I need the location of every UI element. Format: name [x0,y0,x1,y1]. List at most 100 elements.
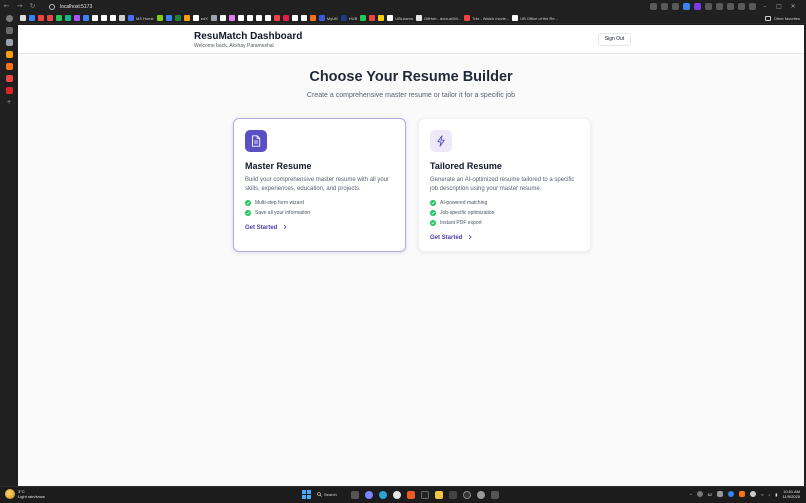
app-icon[interactable] [463,490,471,499]
extension-icon[interactable] [694,3,701,10]
app-icon[interactable] [421,490,429,499]
tray-app-icon[interactable] [739,491,746,497]
bookmark-item[interactable] [378,14,385,23]
bookmark-item[interactable] [237,14,244,23]
other-favorites[interactable]: Other favorites [764,15,806,21]
app-icon[interactable] [477,490,485,499]
bookmark-item[interactable] [282,14,289,23]
bookmark-item[interactable] [20,14,26,23]
bookmark-item[interactable] [183,14,190,23]
sidebar-search-icon[interactable] [5,15,13,22]
profile-icon[interactable] [738,3,745,10]
sidebar-app-icon[interactable] [5,63,13,70]
sidebar-app-icon[interactable] [5,51,13,58]
sidebar-app-icon[interactable] [5,75,13,82]
tray-app-icon[interactable] [696,491,703,497]
tray-app-icon[interactable] [750,491,757,497]
bookmark-item[interactable] [92,14,98,23]
bookmark-item[interactable] [165,14,172,23]
more-icon[interactable] [749,3,756,10]
bookmark-item[interactable] [29,14,35,23]
bookmark-favicon-icon [273,15,280,21]
copilot-icon[interactable] [365,490,373,499]
wifi-icon[interactable]: ≈ [761,492,763,497]
bookmark-item[interactable] [273,14,280,23]
extension-icon[interactable] [716,3,723,10]
bookmark-item[interactable]: MyUB [318,14,338,23]
bookmark-item[interactable]: MS Home [128,14,154,23]
bookmark-item[interactable] [47,14,53,23]
bookmark-item[interactable] [309,14,316,23]
bookmark-item[interactable]: GitHub - dom-ai/Mi... [416,14,461,23]
bookmark-item[interactable] [65,14,71,23]
bookmark-item[interactable] [219,14,226,23]
brave-icon[interactable] [407,490,415,499]
extension-icon[interactable] [650,3,657,10]
tailored-get-started-button[interactable]: Get Started [430,234,472,242]
chrome-icon[interactable] [393,490,401,499]
chevron-up-icon[interactable]: ^ [690,492,692,497]
maximize-icon[interactable]: □ [774,3,784,10]
bookmark-item[interactable] [110,14,116,23]
bookmark-item[interactable] [83,14,89,23]
sidebar-app-icon[interactable] [5,39,13,46]
bookmark-item[interactable] [291,14,298,23]
favorite-star-icon[interactable] [672,3,679,10]
clock[interactable]: 10:51 AM 11/9/2025 [783,489,801,499]
app-icon[interactable] [449,490,457,499]
master-get-started-button[interactable]: Get Started [245,224,287,232]
bookmark-item[interactable] [101,14,107,23]
weather-widget[interactable]: 3°C Light rain/snow [5,489,45,499]
task-view-icon[interactable] [351,490,359,499]
windows-start-icon[interactable] [302,490,311,499]
volume-icon[interactable]: ♪ [768,492,770,497]
collections-icon[interactable] [727,3,734,10]
tray-app-icon[interactable] [728,491,735,497]
extension-icon[interactable] [661,3,668,10]
bookmark-favicon-icon [219,15,226,21]
bookmark-item[interactable] [360,14,367,23]
bookmark-item[interactable] [56,14,62,23]
back-icon[interactable]: ← [0,0,13,13]
bookmark-item[interactable] [74,14,80,23]
bookmark-item[interactable] [228,14,235,23]
bookmark-item[interactable] [246,14,253,23]
address-bar[interactable]: localhost:5173 [45,2,515,12]
tray-app-icon[interactable] [717,491,724,497]
taskbar-search[interactable]: Search [317,490,345,499]
site-info-icon[interactable] [49,3,55,10]
bookmark-item[interactable]: UBLearns [387,14,413,23]
reload-icon[interactable]: ↻ [26,0,39,13]
bookmark-item[interactable] [300,14,307,23]
sidebar-copilot-icon[interactable] [5,27,13,34]
file-explorer-icon[interactable] [435,490,443,499]
forward-icon[interactable]: → [13,0,26,13]
tailored-resume-card[interactable]: Tailored Resume Generate an AI-optimized… [418,118,591,252]
bookmark-item[interactable]: UB Office of the Re... [512,14,558,23]
sign-out-button[interactable]: Sign Out [598,33,631,46]
bookmark-item[interactable] [255,14,262,23]
sidebar-add-icon[interactable]: + [6,99,13,106]
bookmark-item[interactable] [38,14,44,23]
master-resume-card[interactable]: Master Resume Build your comprehensive m… [233,118,406,252]
bookmark-item[interactable] [210,14,217,23]
extension-icon[interactable] [705,3,712,10]
bookmark-item[interactable] [264,14,271,23]
bookmark-item[interactable]: Trlix - Watch movie... [463,14,509,23]
bookmark-favicon-icon [255,15,262,21]
minimize-icon[interactable]: – [760,3,770,10]
close-icon[interactable]: ✕ [788,3,798,10]
battery-icon[interactable]: ▮ [775,492,777,497]
bookmark-item[interactable] [174,14,181,23]
app-icon[interactable] [491,490,499,499]
bookmark-item[interactable] [369,14,376,23]
list-item: Instant PDF export [430,218,494,228]
bookmark-item[interactable] [119,14,125,23]
edge-icon[interactable] [379,490,387,499]
address-text[interactable]: localhost:5173 [60,4,92,10]
extension-icon[interactable] [683,3,690,10]
sidebar-app-icon[interactable] [5,87,13,94]
bookmark-item[interactable]: edX [192,14,208,23]
bookmark-item[interactable]: HUB [340,14,357,23]
bookmark-item[interactable] [156,14,163,23]
